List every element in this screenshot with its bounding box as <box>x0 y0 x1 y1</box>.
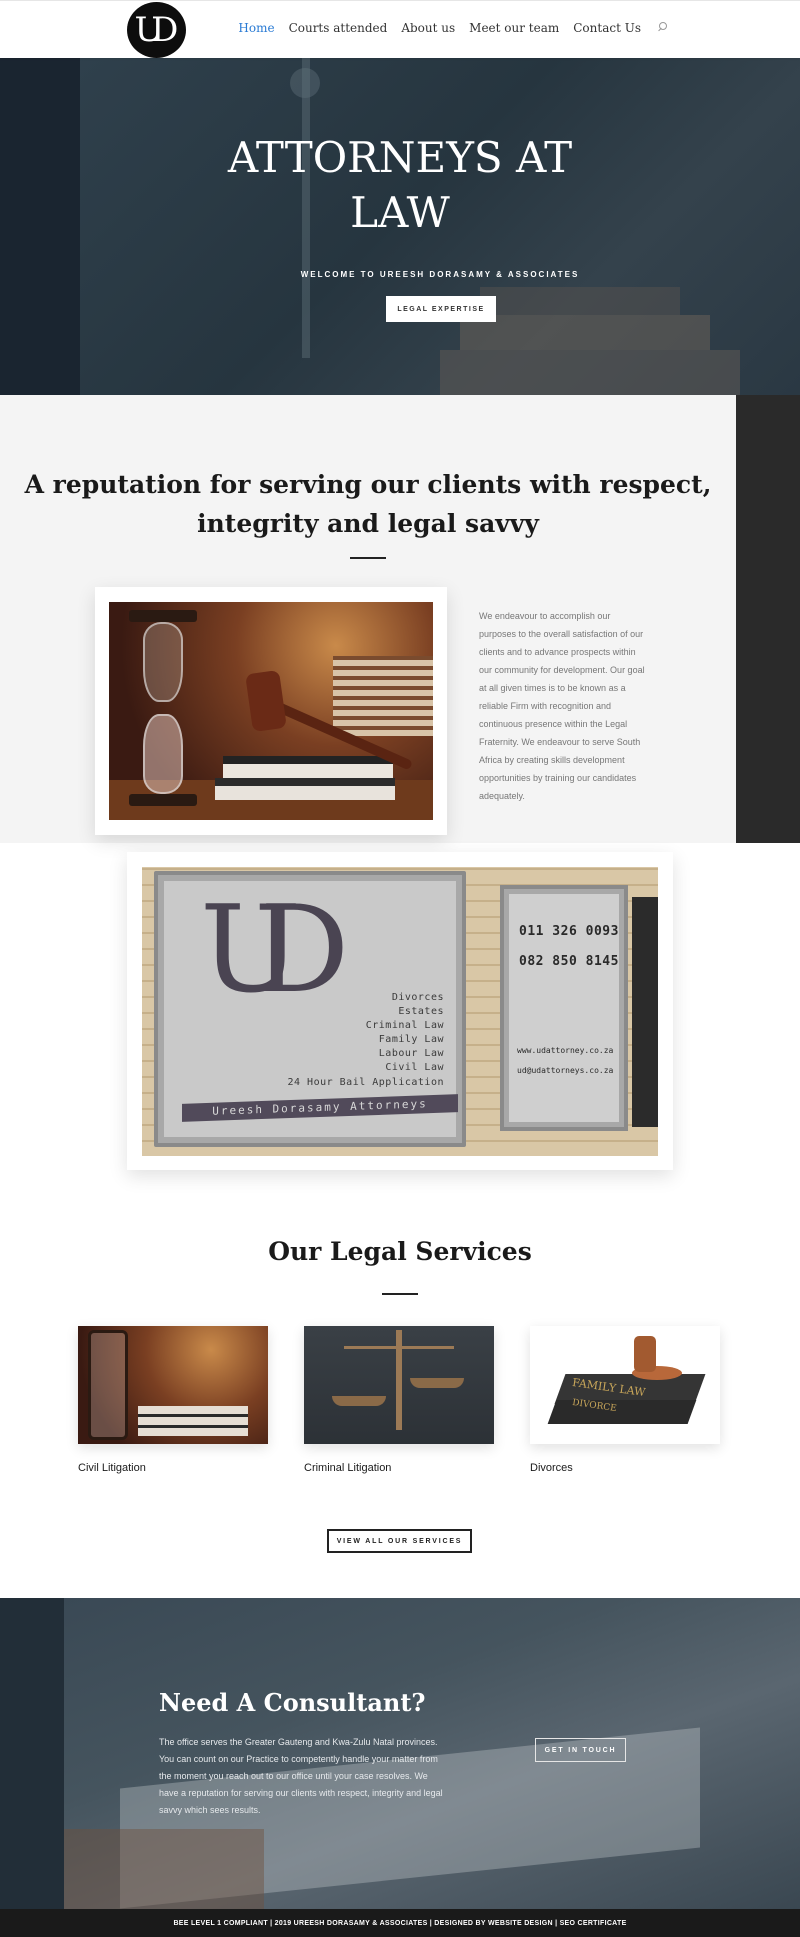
hero-title-line2: LAW <box>350 188 450 237</box>
sign-website: www.udattorney.co.za <box>517 1046 614 1055</box>
sign-phone-2: 082 850 8145 <box>519 954 619 969</box>
hero-title: ATTORNEYS AT LAW <box>0 130 800 240</box>
nav-courts-attended[interactable]: Courts attended <box>289 21 388 35</box>
hourglass-gavel-image <box>109 602 433 820</box>
legal-expertise-button[interactable]: LEGAL EXPERTISE <box>386 296 496 322</box>
site-header: UD Home Courts attended About us Meet ou… <box>0 0 800 58</box>
site-footer: BEE LEVEL 1 COMPLIANT | 2019 UREESH DORA… <box>0 1909 800 1937</box>
sign-service: Divorces <box>391 992 444 1003</box>
sign-email: ud@udattorneys.co.za <box>517 1066 614 1075</box>
consultant-section: Need A Consultant? The office serves the… <box>0 1598 800 1909</box>
gavel-icon <box>245 669 287 733</box>
sign-service: Labour Law <box>378 1048 444 1059</box>
reputation-body: We endeavour to accomplish our purposes … <box>479 611 645 801</box>
services-title: Our Legal Services <box>268 1237 532 1266</box>
sign-window-edge <box>632 897 658 1127</box>
nav-contact-us[interactable]: Contact Us <box>573 21 641 35</box>
sign-bail-text: 24 Hour Bail Application <box>287 1077 444 1088</box>
reputation-title-line1: A reputation for serving our clients wit… <box>24 470 712 499</box>
service-label-divorces[interactable]: Divorces <box>530 1462 573 1474</box>
logo[interactable]: UD <box>127 2 186 58</box>
sign-phone-1: 011 326 0093 <box>519 924 619 939</box>
main-nav: Home Courts attended About us Meet our t… <box>238 21 669 35</box>
view-all-services-button[interactable]: VIEW ALL OUR SERVICES <box>327 1529 472 1553</box>
reputation-title: A reputation for serving our clients wit… <box>0 465 736 543</box>
books-image <box>138 1406 248 1436</box>
reputation-section: A reputation for serving our clients wit… <box>0 395 736 843</box>
sign-service: Family Law <box>378 1034 444 1045</box>
hourglass-icon <box>129 610 197 806</box>
office-sign-photo: UD Divorces Estates Criminal Law Family … <box>142 867 658 1156</box>
search-icon[interactable] <box>657 22 669 34</box>
divorce-book <box>547 1400 697 1424</box>
nav-meet-our-team[interactable]: Meet our team <box>469 21 559 35</box>
scales-of-justice-icon <box>396 1330 402 1430</box>
sign-firm-name-band: Ureesh Dorasamy Attorneys <box>182 1094 458 1122</box>
sign-services-list: Divorces Estates Criminal Law Family Law… <box>366 991 444 1075</box>
hero-title-line1: ATTORNEYS AT <box>227 133 573 182</box>
scales-pan-right <box>410 1378 464 1388</box>
consultant-left-band <box>0 1598 64 1909</box>
service-card-criminal-litigation[interactable] <box>304 1326 494 1444</box>
ud-sign-logo: UD <box>200 881 350 1020</box>
service-label-civil-litigation[interactable]: Civil Litigation <box>78 1462 146 1474</box>
sign-firm-name: Ureesh Dorasamy Attorneys <box>212 1097 428 1118</box>
office-sign-card: UD Divorces Estates Criminal Law Family … <box>127 852 673 1170</box>
service-card-civil-litigation[interactable] <box>78 1326 268 1444</box>
consultant-body: The office serves the Greater Gauteng an… <box>159 1737 443 1815</box>
footer-text: BEE LEVEL 1 COMPLIANT | 2019 UREESH DORA… <box>173 1919 627 1927</box>
sign-service: Criminal Law <box>365 1020 444 1031</box>
logo-text: UD <box>134 10 179 50</box>
get-in-touch-button[interactable]: GET IN TOUCH <box>535 1738 626 1762</box>
sign-window-right: 011 326 0093 082 850 8145 www.udattorney… <box>500 885 628 1131</box>
gavel-image-card <box>95 587 447 835</box>
sign-window-left: UD Divorces Estates Criminal Law Family … <box>154 871 466 1147</box>
section-divider <box>382 1293 418 1295</box>
gavel-icon <box>634 1336 656 1372</box>
reputation-title-line2: integrity and legal savvy <box>197 509 539 538</box>
hourglass-icon <box>88 1330 128 1440</box>
sign-service: Civil Law <box>385 1062 444 1073</box>
sign-service: Estates <box>398 1006 444 1017</box>
scales-pan-left <box>332 1396 386 1406</box>
section-divider <box>350 557 386 559</box>
hero-subtitle: WELCOME TO UREESH DORASAMY & ASSOCIATES <box>300 270 580 279</box>
hero-section: ATTORNEYS AT LAW WELCOME TO UREESH DORAS… <box>0 58 800 395</box>
nav-about-us[interactable]: About us <box>401 21 455 35</box>
service-label-criminal-litigation[interactable]: Criminal Litigation <box>304 1462 391 1474</box>
consultant-title: Need A Consultant? <box>159 1688 426 1717</box>
service-card-divorces[interactable]: FAMILY LAW DIVORCE <box>530 1326 720 1444</box>
reputation-side-panel <box>736 395 800 843</box>
desk-shape <box>64 1829 264 1909</box>
nav-home[interactable]: Home <box>238 21 274 35</box>
